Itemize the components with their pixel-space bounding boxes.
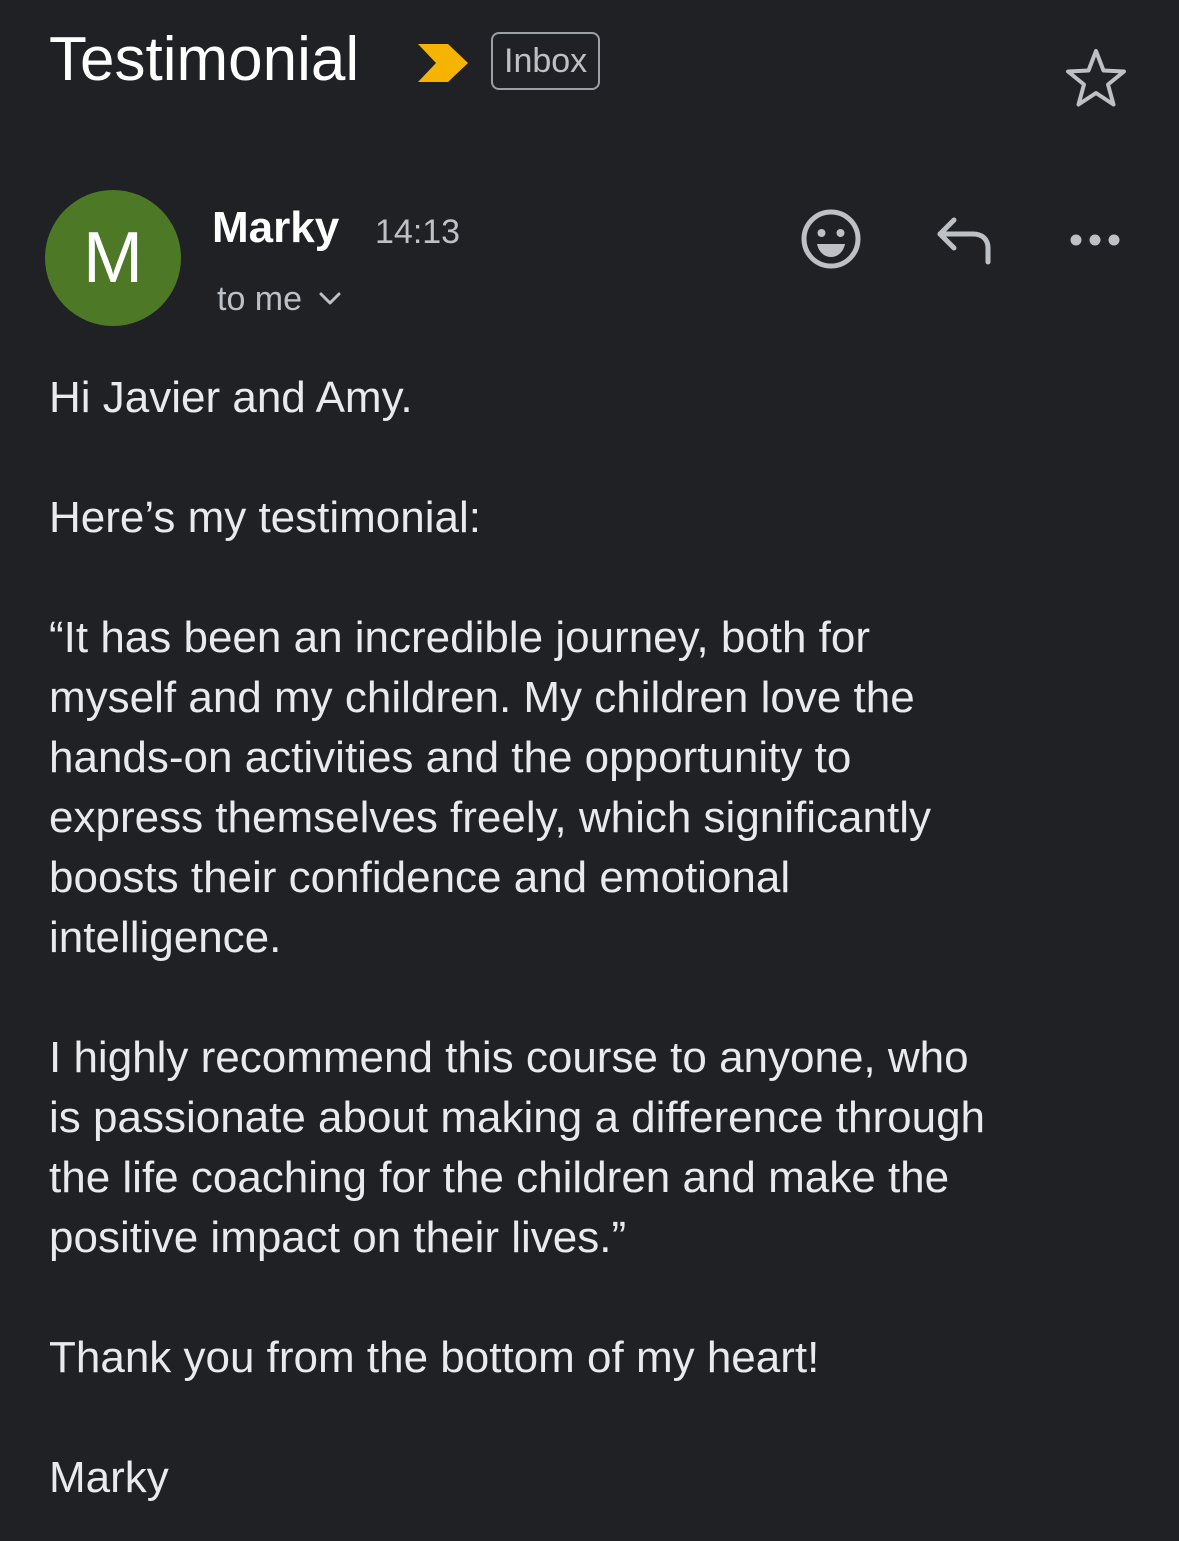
recipients-label: to me [217,280,303,318]
recipient-details-toggle[interactable]: to me [217,274,342,324]
sender-avatar[interactable]: M [45,190,181,326]
sender-name: Marky [212,203,340,252]
add-reaction-icon[interactable] [798,206,864,272]
intro-paragraph: Here’s my testimonial: [49,493,481,542]
signature: Marky [49,1453,169,1502]
inbox-label[interactable]: Inbox [491,32,601,90]
email-subject: Testimonial [49,25,360,94]
chevron-down-icon [319,292,341,305]
importance-marker-icon[interactable] [414,40,472,86]
message-header: M Marky 14:13 to me [0,180,1179,340]
star-icon[interactable] [1062,45,1130,111]
send-time: 14:13 [375,213,461,251]
more-options-icon[interactable] [1062,222,1128,258]
subject-bar: Testimonial Inbox [0,0,1179,130]
testimonial-paragraph-2: I highly recommend this course to anyone… [49,1033,986,1262]
reply-icon[interactable] [930,212,996,268]
thanks-paragraph: Thank you from the bottom of my heart! [49,1333,820,1382]
testimonial-paragraph-1: “It has been an incredible journey, both… [49,613,931,962]
email-body: Hi Javier and Amy. Here’s my testimonial… [49,368,1159,1508]
greeting-paragraph: Hi Javier and Amy. [49,373,413,422]
